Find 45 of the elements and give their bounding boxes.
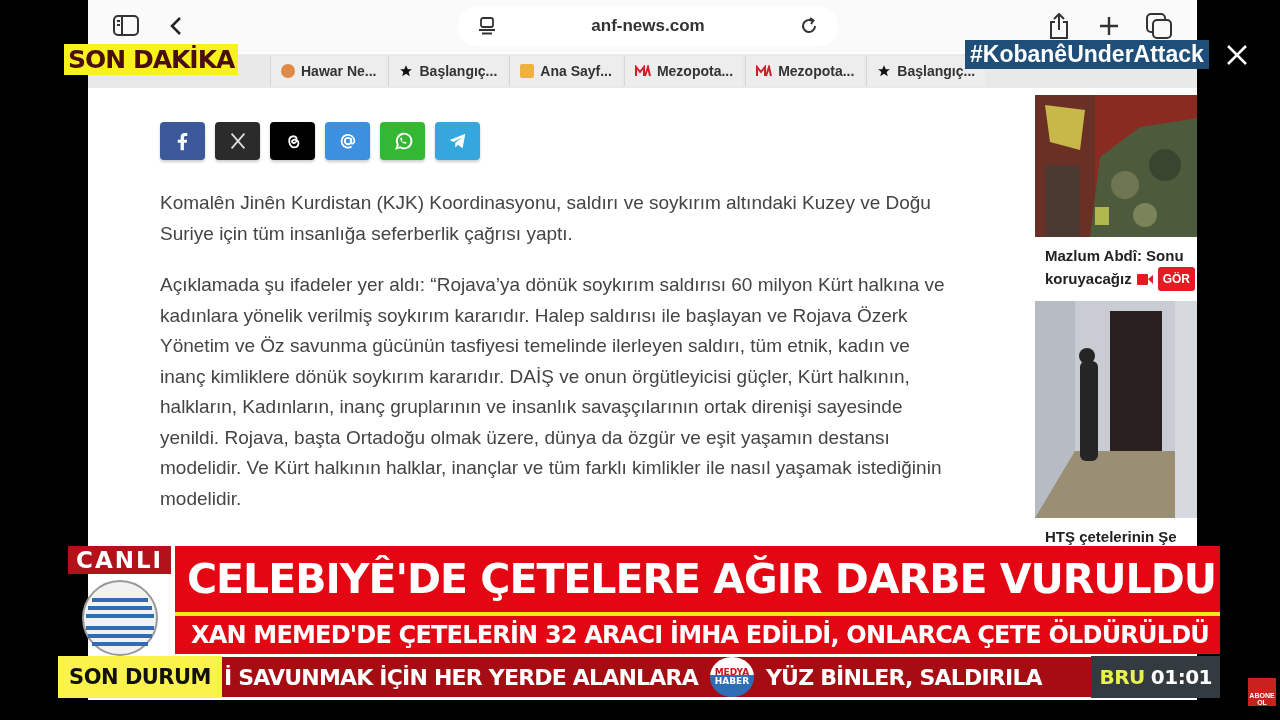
facebook-share-button[interactable] bbox=[160, 122, 205, 160]
article-paragraph: Açıklamada şu ifadeler yer aldı: “Rojava’ya dönük soykırım saldırısı 60 milyon Kürt halkına ve kadınlara yönelik verilmiş soykırım kararıdır. Halep saldırısı ile başlayan ve Rojava Özerk Yönetim ve Öz savunma gücünün tasfiyesi temelinde ilerleyen saldırı, tüm etnik, kadın ve inanç kimliklere dönük soykırım kararıdır. DAİŞ ve onun örgütleyicisi güçler, Kürt halkının, halkların, Kadınların, inanç gruplarının ve insanlık savaşçılarının ortak direnişi sayesinde yenildi. Rojava, başta Ortadoğu olmak üzere, dünya da özgür ve eşit yaşamın destansı modelidir. Ve Kürt halkının halklar, inançlar ve tüm farklı kimlikler ile nasıl yaşamak istediğinin modelidir. bbox=[160, 273, 946, 511]
threads-share-button[interactable] bbox=[270, 122, 315, 160]
whatsapp-share-button[interactable] bbox=[380, 122, 425, 160]
star-icon bbox=[877, 64, 892, 78]
back-icon bbox=[170, 16, 182, 36]
reload-icon[interactable] bbox=[800, 17, 818, 35]
sidebar-icon bbox=[113, 15, 139, 37]
site-icon bbox=[520, 64, 535, 78]
news-title[interactable]: HTŞ çetelerinin Şe bbox=[1045, 526, 1177, 548]
site-logo-icon bbox=[756, 65, 773, 77]
clock: BRU 01:01 bbox=[1091, 656, 1220, 698]
article-paragraph: Komalên Jinên Kurdistan (KJK) Koordinasyonu, saldırı ve soykırım altındaki Kuzey ve Doğu Suriye için tüm insanlığa seferberlik çağrısı yaptı. bbox=[160, 191, 932, 246]
x-share-button[interactable] bbox=[215, 122, 260, 160]
url-text: anf-news.com bbox=[590, 16, 706, 36]
ticker-label: SON DURUM bbox=[58, 656, 222, 698]
reader-icon bbox=[478, 17, 496, 35]
tabs-icon bbox=[1146, 13, 1172, 39]
video-camera-icon bbox=[1136, 273, 1153, 285]
breaking-news-label: SON DAKİKA bbox=[64, 44, 239, 75]
headline-banner: CELEBIYÊ'DE ÇETELERE AĞIR DARBE VURULDU bbox=[175, 546, 1220, 612]
bookmark[interactable]: Hawar Ne... bbox=[270, 56, 387, 86]
channel-logo-icon bbox=[82, 580, 158, 656]
channel-logo: MEDYA HABER bbox=[709, 657, 754, 697]
bookmark[interactable]: Ana Sayf... bbox=[509, 56, 622, 86]
news-title[interactable]: Mazlum Abdî: Sonu bbox=[1045, 245, 1184, 267]
site-icon bbox=[281, 64, 295, 78]
site-logo-icon bbox=[634, 65, 651, 77]
live-badge: CANLI bbox=[68, 546, 172, 574]
star-icon bbox=[399, 64, 414, 78]
hashtag-label: #KobanêUnderAttack bbox=[965, 40, 1209, 69]
ticker-text: YÜZ BİNLER, SALDIRILA bbox=[765, 664, 1042, 690]
news-title[interactable]: koruyacağız bbox=[1045, 268, 1132, 290]
bookmark[interactable]: Başlangıç... bbox=[388, 56, 508, 86]
address-bar[interactable]: anf-news.com bbox=[458, 6, 838, 46]
bookmark[interactable]: Mezopota... bbox=[623, 56, 744, 86]
telegram-share-button[interactable] bbox=[435, 122, 480, 160]
ticker-text: İ SAVUNMAK İÇİN HER YERDE ALANLARA bbox=[224, 664, 698, 690]
bookmark[interactable]: Mezopota... bbox=[745, 56, 865, 86]
share-icon bbox=[1048, 13, 1070, 39]
watch-badge: GÖR bbox=[1157, 267, 1195, 291]
subheadline-banner: XAN MEMED'DE ÇETELERİN 32 ARACI İMHA EDİLDİ, ONLARCA ÇETE ÖLDÜRÜLDÜ bbox=[175, 616, 1220, 654]
email-share-button[interactable] bbox=[325, 122, 370, 160]
x-logo-icon bbox=[1226, 44, 1248, 66]
plus-icon bbox=[1099, 16, 1119, 36]
